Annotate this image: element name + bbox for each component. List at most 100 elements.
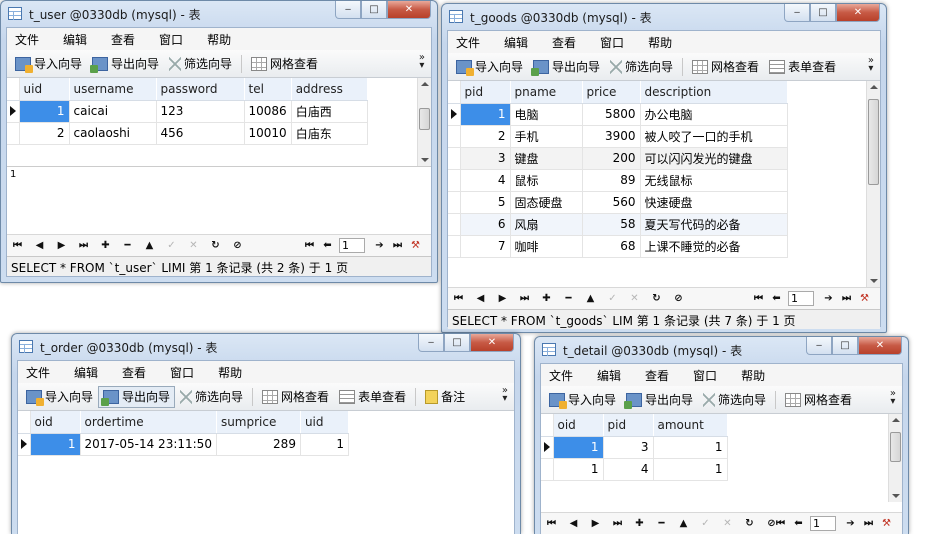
cell-oid[interactable]: 1 (553, 436, 604, 459)
cell-username[interactable]: caicai (69, 100, 157, 123)
menu-window[interactable]: 窗口 (685, 367, 733, 384)
minimize-button[interactable]: ‒ (784, 4, 810, 22)
cell-password[interactable]: 123 (156, 100, 245, 123)
table-row[interactable]: 1 2017-05-14 23:11:50 289 1 (18, 433, 349, 456)
scroll-down-icon[interactable] (892, 494, 900, 498)
page-number-input[interactable]: 1 (339, 238, 365, 253)
prev-record-icon[interactable]: ◀ (567, 517, 580, 530)
first-record-icon[interactable]: ⏮ (545, 517, 558, 530)
menu-view[interactable]: 查看 (114, 364, 162, 381)
edit-record-icon[interactable]: ▲ (677, 517, 690, 530)
prev-page-icon[interactable]: ⬅ (770, 292, 783, 305)
table-row[interactable]: 5 固态硬盘 560 快速硬盘 (448, 191, 788, 214)
grid-view-button[interactable]: 网格查看 (687, 56, 764, 78)
maximize-button[interactable]: □ (832, 337, 858, 355)
scroll-thumb[interactable] (868, 99, 879, 185)
column-header-password[interactable]: password (156, 78, 245, 101)
menu-edit[interactable]: 编辑 (496, 34, 544, 51)
apply-icon[interactable]: ✓ (606, 292, 619, 305)
cancel-icon[interactable]: ✕ (721, 517, 734, 530)
cell-price[interactable]: 200 (582, 147, 641, 170)
menu-help[interactable]: 帮助 (210, 364, 258, 381)
cell-description[interactable]: 办公电脑 (640, 103, 788, 126)
column-header-price[interactable]: price (582, 81, 641, 104)
cell-description[interactable]: 快速硬盘 (640, 191, 788, 214)
page-number-input[interactable]: 1 (810, 516, 836, 531)
filter-wizard-button[interactable]: 筛选向导 (605, 56, 678, 78)
cell-price[interactable]: 560 (582, 191, 641, 214)
export-wizard-button[interactable]: 导出向导 (87, 53, 164, 75)
export-wizard-button[interactable]: 导出向导 (98, 385, 176, 408)
cell-pid[interactable]: 2 (460, 125, 511, 148)
maximize-button[interactable]: □ (810, 4, 836, 22)
cell-price[interactable]: 5800 (582, 103, 641, 126)
grid-view-button[interactable]: 网格查看 (257, 386, 334, 408)
title-bar[interactable]: t_order @0330db (mysql) - 表 ‒ □ ✕ (12, 334, 520, 360)
cell-pname[interactable]: 风扇 (510, 213, 583, 236)
cell-pname[interactable]: 手机 (510, 125, 583, 148)
menu-file[interactable]: 文件 (541, 367, 589, 384)
menu-file[interactable]: 文件 (7, 31, 55, 48)
table-row[interactable]: 3 键盘 200 可以闪闪发光的键盘 (448, 147, 788, 170)
menu-edit[interactable]: 编辑 (55, 31, 103, 48)
memo-panel[interactable]: 1 (7, 166, 431, 234)
cell-uid[interactable]: 2 (19, 122, 70, 145)
cell-pname[interactable]: 咖啡 (510, 235, 583, 258)
delete-record-icon[interactable]: ━ (655, 517, 668, 530)
column-header-address[interactable]: address (291, 78, 368, 101)
minimize-button[interactable]: ‒ (335, 1, 361, 19)
grid-view-button[interactable]: 网格查看 (780, 389, 857, 411)
cell-ordertime[interactable]: 2017-05-14 23:11:50 (80, 433, 217, 456)
next-page-icon[interactable]: ➔ (822, 292, 835, 305)
cell-address[interactable]: 白庙东 (291, 122, 368, 145)
close-button[interactable]: ✕ (387, 1, 431, 19)
column-header-username[interactable]: username (69, 78, 157, 101)
first-record-icon[interactable]: ⏮ (452, 292, 465, 305)
import-wizard-button[interactable]: 导入向导 (544, 389, 621, 411)
last-record-icon[interactable]: ⏭ (518, 292, 531, 305)
toolbar-overflow-chevron-icon[interactable]: » ▾ (890, 389, 896, 407)
column-header-oid[interactable]: oid (30, 411, 81, 434)
delete-record-icon[interactable]: ━ (121, 239, 134, 252)
page-number-input[interactable]: 1 (788, 291, 814, 306)
column-header-pid[interactable]: pid (460, 81, 511, 104)
cell-description[interactable]: 上课不睡觉的必备 (640, 235, 788, 258)
first-page-icon[interactable]: ⏮ (774, 517, 787, 530)
apply-icon[interactable]: ✓ (699, 517, 712, 530)
toolbar-overflow-chevron-icon[interactable]: » ▾ (419, 53, 425, 71)
cell-amount[interactable]: 1 (653, 458, 728, 481)
scroll-up-icon[interactable] (421, 82, 429, 86)
cell-description[interactable]: 被人咬了一口的手机 (640, 125, 788, 148)
cell-pname[interactable]: 固态硬盘 (510, 191, 583, 214)
minimize-button[interactable]: ‒ (418, 334, 444, 352)
toolbar-overflow-chevron-icon[interactable]: » ▾ (868, 56, 874, 74)
cell-pid[interactable]: 7 (460, 235, 511, 258)
column-header-oid[interactable]: oid (553, 414, 604, 437)
table-row[interactable]: 1 4 1 (541, 458, 728, 481)
close-button[interactable]: ✕ (836, 4, 880, 22)
import-wizard-button[interactable]: 导入向导 (451, 56, 528, 78)
last-record-icon[interactable]: ⏭ (611, 517, 624, 530)
title-bar[interactable]: t_detail @0330db (mysql) - 表 ‒ □ ✕ (535, 337, 908, 363)
menu-edit[interactable]: 编辑 (589, 367, 637, 384)
next-page-icon[interactable]: ➔ (373, 239, 386, 252)
prev-record-icon[interactable]: ◀ (474, 292, 487, 305)
cell-tel[interactable]: 10010 (244, 122, 292, 145)
table-row[interactable]: 6 风扇 58 夏天写代码的必备 (448, 213, 788, 236)
memo-button[interactable]: 备注 (420, 386, 470, 408)
edit-record-icon[interactable]: ▲ (584, 292, 597, 305)
prev-page-icon[interactable]: ⬅ (321, 239, 334, 252)
cell-tel[interactable]: 10086 (244, 100, 292, 123)
cell-description[interactable]: 夏天写代码的必备 (640, 213, 788, 236)
filter-wizard-button[interactable]: 筛选向导 (175, 386, 248, 408)
menu-window[interactable]: 窗口 (151, 31, 199, 48)
menu-edit[interactable]: 编辑 (66, 364, 114, 381)
menu-help[interactable]: 帮助 (733, 367, 781, 384)
cell-pid[interactable]: 3 (460, 147, 511, 170)
refresh-icon[interactable]: ↻ (209, 239, 222, 252)
export-wizard-button[interactable]: 导出向导 (528, 56, 605, 78)
filter-wizard-button[interactable]: 筛选向导 (698, 389, 771, 411)
menu-help[interactable]: 帮助 (640, 34, 688, 51)
menu-view[interactable]: 查看 (544, 34, 592, 51)
scroll-thumb[interactable] (890, 432, 901, 462)
